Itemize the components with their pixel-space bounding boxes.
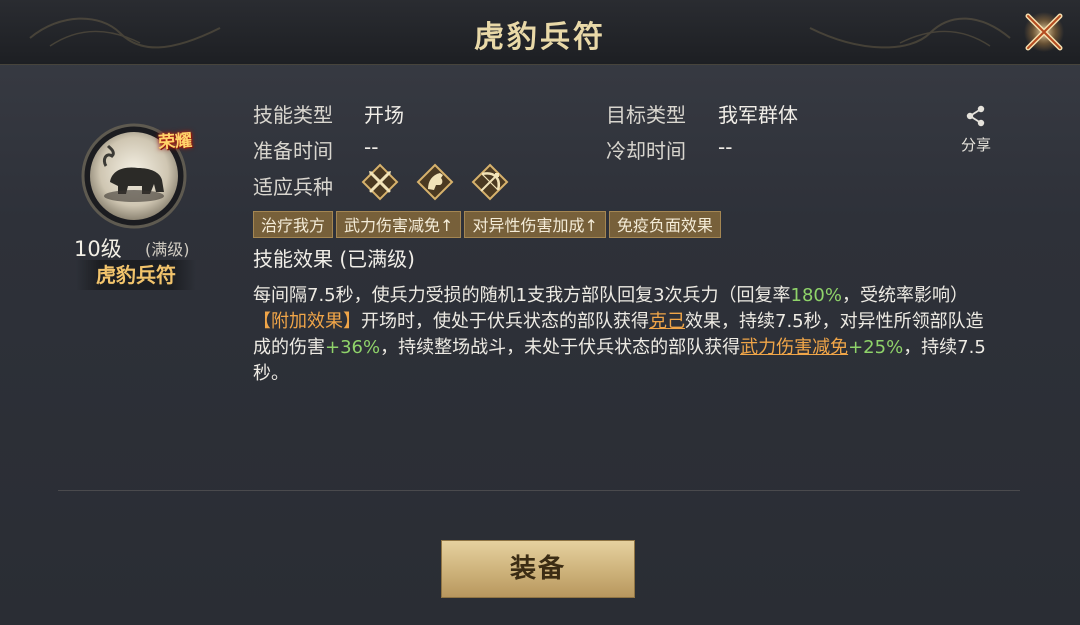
cooldown-value: -- <box>718 135 733 159</box>
cooldown-label: 冷却时间 <box>606 139 686 163</box>
extra-effect-tag: 【附加效果】 <box>253 311 361 332</box>
tag-opposite-gender-damage-bonus: 对异性伤害加成↑ <box>464 211 606 238</box>
crossed-spears-icon <box>361 163 399 201</box>
effect-title: 技能效果 (已满级) <box>253 247 415 271</box>
skill-name: 虎豹兵符 <box>76 260 196 290</box>
share-button[interactable]: 分享 <box>952 104 1000 156</box>
horse-icon <box>416 163 454 201</box>
force-damage-reduction-link[interactable]: 武力伤害减免 <box>740 337 848 358</box>
damage-bonus-value: +36% <box>325 337 381 358</box>
desc-text: ，受统率影响） <box>842 285 968 306</box>
effect-description: 每间隔7.5秒，使兵力受损的随机1支我方部队回复3次兵力（回复率180%，受统率… <box>253 283 993 387</box>
close-x-icon[interactable] <box>1020 8 1068 56</box>
max-level-note: (满级) <box>145 240 190 259</box>
desc-text: ，持续整场战斗，未处于伏兵状态的部队获得 <box>380 337 741 358</box>
skill-level: 10级 <box>74 237 122 261</box>
honor-badge: 荣耀 <box>157 130 193 154</box>
target-type-value: 我军群体 <box>718 103 798 127</box>
equip-button[interactable]: 装备 <box>441 540 635 598</box>
title-bar: 虎豹兵符 <box>0 0 1080 65</box>
tag-heal: 治疗我方 <box>253 211 334 238</box>
desc-text: 开场时，使处于伏兵状态的部队获得 <box>361 311 649 332</box>
page-title: 虎豹兵符 <box>474 20 606 55</box>
share-label: 分享 <box>960 136 991 154</box>
reduction-value: +25% <box>848 337 904 358</box>
bow-icon <box>471 163 509 201</box>
target-type-label: 目标类型 <box>606 103 686 127</box>
skill-type-label: 技能类型 <box>253 103 333 127</box>
close-button[interactable] <box>1020 8 1068 56</box>
prep-time-value: -- <box>364 135 379 159</box>
share-icon[interactable] <box>964 104 988 128</box>
tag-force-damage-reduction: 武力伤害减免↑ <box>336 211 462 238</box>
skill-type-value: 开场 <box>364 103 404 127</box>
keji-link[interactable]: 克己 <box>649 311 685 332</box>
skill-detail-panel: 虎豹兵符 荣耀 10级 (满级) 虎豹兵符 技能类型 开场 目标类型 我军群体 … <box>0 0 1080 625</box>
troop-type-label: 适应兵种 <box>253 175 333 199</box>
desc-text: 每间隔7.5秒，使兵力受损的随机1支我方部队回复3次兵力（回复率 <box>253 285 791 306</box>
effect-tags: 治疗我方 武力伤害减免↑ 对异性伤害加成↑ 免疫负面效果 <box>253 211 721 238</box>
heal-rate-value: 180% <box>790 285 842 306</box>
tag-debuff-immunity: 免疫负面效果 <box>608 211 721 238</box>
divider <box>58 490 1020 491</box>
prep-time-label: 准备时间 <box>253 139 333 163</box>
